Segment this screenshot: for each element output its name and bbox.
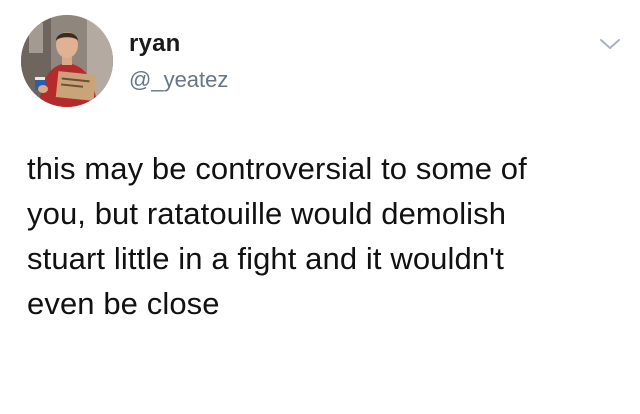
chevron-down-icon[interactable] [596, 34, 624, 54]
tweet-text-line: this may be controversial to some of [27, 151, 527, 186]
tweet-text-line: even be close [27, 286, 220, 321]
tweet-card: ryan @_yeatez this may be controversial … [0, 0, 640, 414]
tweet-text: this may be controversial to some of you… [27, 146, 627, 326]
avatar[interactable] [21, 15, 113, 107]
user-info: ryan @_yeatez [129, 30, 228, 94]
tweet-text-line: you, but ratatouille would demolish [27, 196, 507, 231]
tweet-text-line: stuart little in a fight and it wouldn't [27, 241, 504, 276]
display-name[interactable]: ryan [129, 30, 228, 58]
avatar-photo [21, 15, 113, 107]
user-handle[interactable]: @_yeatez [129, 66, 228, 94]
